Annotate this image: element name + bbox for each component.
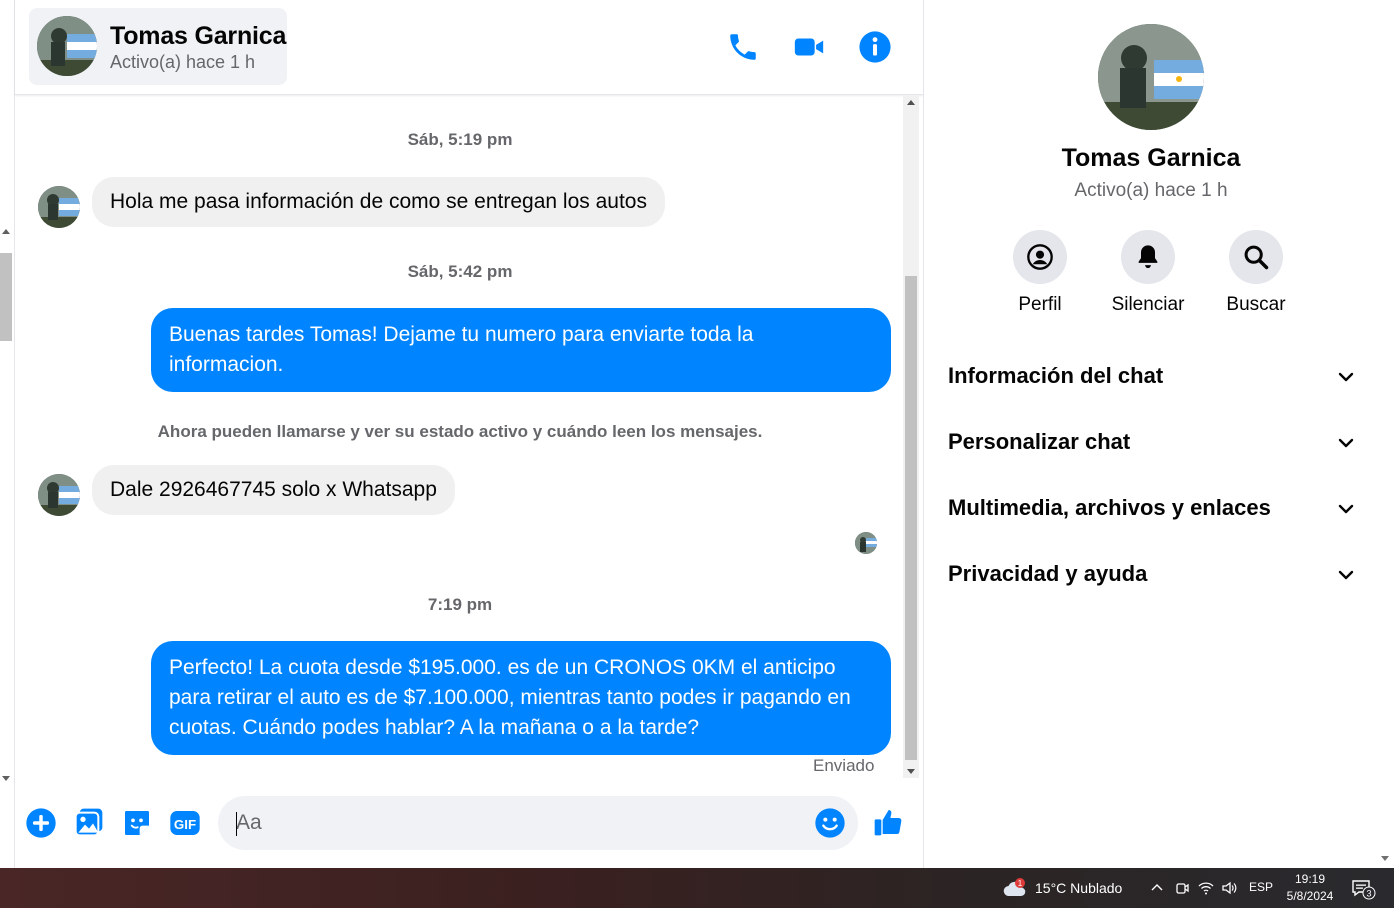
panel-contact-name: Tomas Garnica xyxy=(1061,144,1241,172)
action-label: Perfil xyxy=(1018,294,1062,315)
action-label: Buscar xyxy=(1226,294,1286,315)
chat-details-panel: Tomas Garnica Activo(a) hace 1 h Perfil … xyxy=(924,0,1378,868)
chevron-down-icon xyxy=(1338,438,1354,448)
wifi-icon[interactable] xyxy=(1197,879,1215,897)
contact-header-button[interactable]: Tomas Garnica Activo(a) hace 1 h xyxy=(29,8,287,85)
emoji-icon[interactable] xyxy=(814,807,846,839)
avatar[interactable] xyxy=(38,186,80,228)
video-camera-icon[interactable] xyxy=(792,30,826,64)
photo-icon[interactable] xyxy=(73,806,105,838)
message-scrollbar[interactable] xyxy=(903,96,919,778)
gif-icon[interactable]: GIF xyxy=(169,807,201,839)
message-timestamp: Sáb, 5:42 pm xyxy=(407,262,513,281)
section-title: Multimedia, archivos y enlaces xyxy=(948,495,1271,520)
section-title: Personalizar chat xyxy=(948,429,1131,454)
message-timestamp: 7:19 pm xyxy=(427,595,493,614)
bell-icon xyxy=(1138,245,1158,269)
message-bubble-outgoing[interactable]: Perfecto! La cuota desde $195.000. es de… xyxy=(151,641,891,755)
avatar xyxy=(37,16,97,76)
plus-icon[interactable] xyxy=(25,807,57,839)
scrollbar-thumb[interactable] xyxy=(0,253,12,341)
scroll-down-arrow[interactable] xyxy=(1381,856,1389,861)
message-bubble-outgoing[interactable]: Buenas tardes Tomas! Dejame tu numero pa… xyxy=(151,308,891,392)
text-caret xyxy=(236,812,237,836)
scroll-down-arrow[interactable] xyxy=(2,776,10,781)
scroll-up-arrow[interactable] xyxy=(907,100,915,105)
profile-avatar[interactable] xyxy=(1098,24,1204,130)
profile-icon xyxy=(1027,244,1053,270)
composer: GIF xyxy=(15,786,923,868)
message-list[interactable]: Sáb, 5:19 pm Hola me pasa información de… xyxy=(15,96,905,786)
search-button[interactable]: Buscar xyxy=(1206,230,1306,316)
scroll-down-arrow[interactable] xyxy=(907,769,915,774)
section-title: Privacidad y ayuda xyxy=(948,561,1148,586)
system-notice: Ahora pueden llamarse y ver su estado ac… xyxy=(157,422,763,441)
cloud-icon: 1 xyxy=(1003,878,1026,897)
clock-time[interactable]: 19:19 xyxy=(1290,872,1330,886)
panel-contact-status: Activo(a) hace 1 h xyxy=(1074,180,1228,201)
notification-icon[interactable]: 3 xyxy=(1351,878,1377,900)
message-bubble-incoming[interactable]: Dale 2926467745 solo x Whatsapp xyxy=(92,465,455,515)
chat-area: Tomas Garnica Activo(a) hace 1 h Sáb, 5:… xyxy=(15,0,923,868)
chevron-down-icon xyxy=(1338,570,1354,580)
clock-date[interactable]: 5/8/2024 xyxy=(1283,889,1337,903)
scroll-up-arrow[interactable] xyxy=(2,229,10,234)
avatar[interactable] xyxy=(38,474,80,516)
chevron-down-icon xyxy=(1338,372,1354,382)
chat-header: Tomas Garnica Activo(a) hace 1 h xyxy=(15,0,923,95)
search-icon xyxy=(1244,245,1269,270)
section-customize-chat[interactable]: Personalizar chat xyxy=(948,423,1356,463)
scrollbar-thumb[interactable] xyxy=(905,276,917,760)
thumbs-up-icon[interactable] xyxy=(872,806,904,838)
notification-count: 3 xyxy=(1366,889,1371,899)
weather-alert-badge: 1 xyxy=(1018,879,1023,888)
svg-text:GIF: GIF xyxy=(174,817,196,832)
section-chat-info[interactable]: Información del chat xyxy=(948,357,1356,397)
section-privacy-help[interactable]: Privacidad y ayuda xyxy=(948,555,1356,595)
section-media-files-links[interactable]: Multimedia, archivos y enlaces xyxy=(948,489,1356,529)
meet-now-icon[interactable] xyxy=(1173,879,1191,897)
section-title: Información del chat xyxy=(948,363,1164,388)
volume-icon[interactable] xyxy=(1220,879,1238,897)
sent-status: Enviado xyxy=(813,756,875,775)
messenger-window: Tomas Garnica Activo(a) hace 1 h Sáb, 5:… xyxy=(0,0,1394,868)
message-input[interactable] xyxy=(218,796,858,850)
message-timestamp: Sáb, 5:19 pm xyxy=(407,130,513,149)
language-indicator[interactable]: ESP xyxy=(1249,880,1273,894)
seen-indicator-avatar xyxy=(855,532,877,554)
profile-button[interactable]: Perfil xyxy=(990,230,1090,316)
phone-icon[interactable] xyxy=(726,30,760,64)
contact-name: Tomas Garnica xyxy=(110,22,287,50)
chevron-up-icon[interactable] xyxy=(1148,879,1166,897)
weather-text: 15°C Nublado xyxy=(1035,880,1123,896)
taskbar: 1 15°C Nublado ESP 19:19 5/8/2024 3 xyxy=(0,868,1394,908)
action-label: Silenciar xyxy=(1111,294,1185,315)
mute-button[interactable]: Silenciar xyxy=(1098,230,1198,316)
chevron-down-icon xyxy=(1338,504,1354,514)
info-icon[interactable] xyxy=(858,30,892,64)
message-bubble-incoming[interactable]: Hola me pasa información de como se entr… xyxy=(92,177,665,227)
sticker-icon[interactable] xyxy=(121,807,153,839)
contact-status: Activo(a) hace 1 h xyxy=(110,52,256,72)
page-scrollbar[interactable] xyxy=(0,225,14,785)
